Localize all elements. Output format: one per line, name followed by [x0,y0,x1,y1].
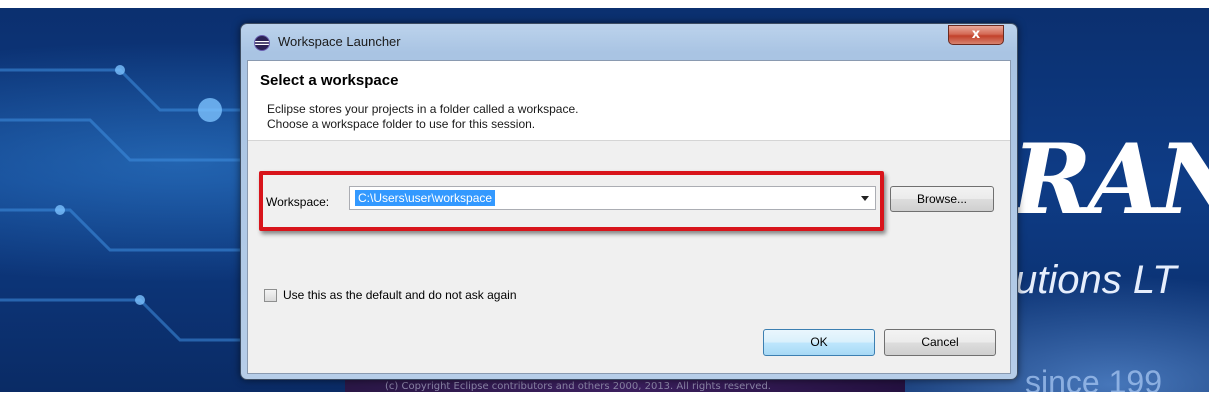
description-line-2: Choose a workspace folder to use for thi… [267,117,536,131]
brand-logo-text: RAN [1012,123,1209,236]
close-icon: x [971,27,981,42]
header-title: Select a workspace [260,72,399,89]
circuit-pattern [0,65,250,342]
screen-bottom-edge [0,392,1209,405]
cancel-button[interactable]: Cancel [884,329,996,356]
screen-top-edge [0,0,1209,8]
window-title: Workspace Launcher [278,34,401,49]
default-checkbox[interactable] [264,289,277,302]
dialog-body: Select a workspace Eclipse stores your p… [247,60,1011,374]
ok-button[interactable]: OK [763,329,875,356]
description-line-1: Eclipse stores your projects in a folder… [267,102,579,116]
annotation-highlight-box [259,171,884,231]
title-bar[interactable]: Workspace Launcher x [241,24,1017,60]
brand-subtitle: utions LT [1015,258,1177,302]
workspace-launcher-dialog: Workspace Launcher x Select a workspace … [240,23,1018,380]
close-button[interactable]: x [948,25,1004,45]
browse-button[interactable]: Browse... [890,186,994,212]
header-panel: Select a workspace Eclipse stores your p… [248,61,1010,141]
header-description: Eclipse stores your projects in a folder… [267,102,578,132]
eclipse-icon [254,35,270,51]
default-checkbox-label[interactable]: Use this as the default and do not ask a… [283,287,517,303]
